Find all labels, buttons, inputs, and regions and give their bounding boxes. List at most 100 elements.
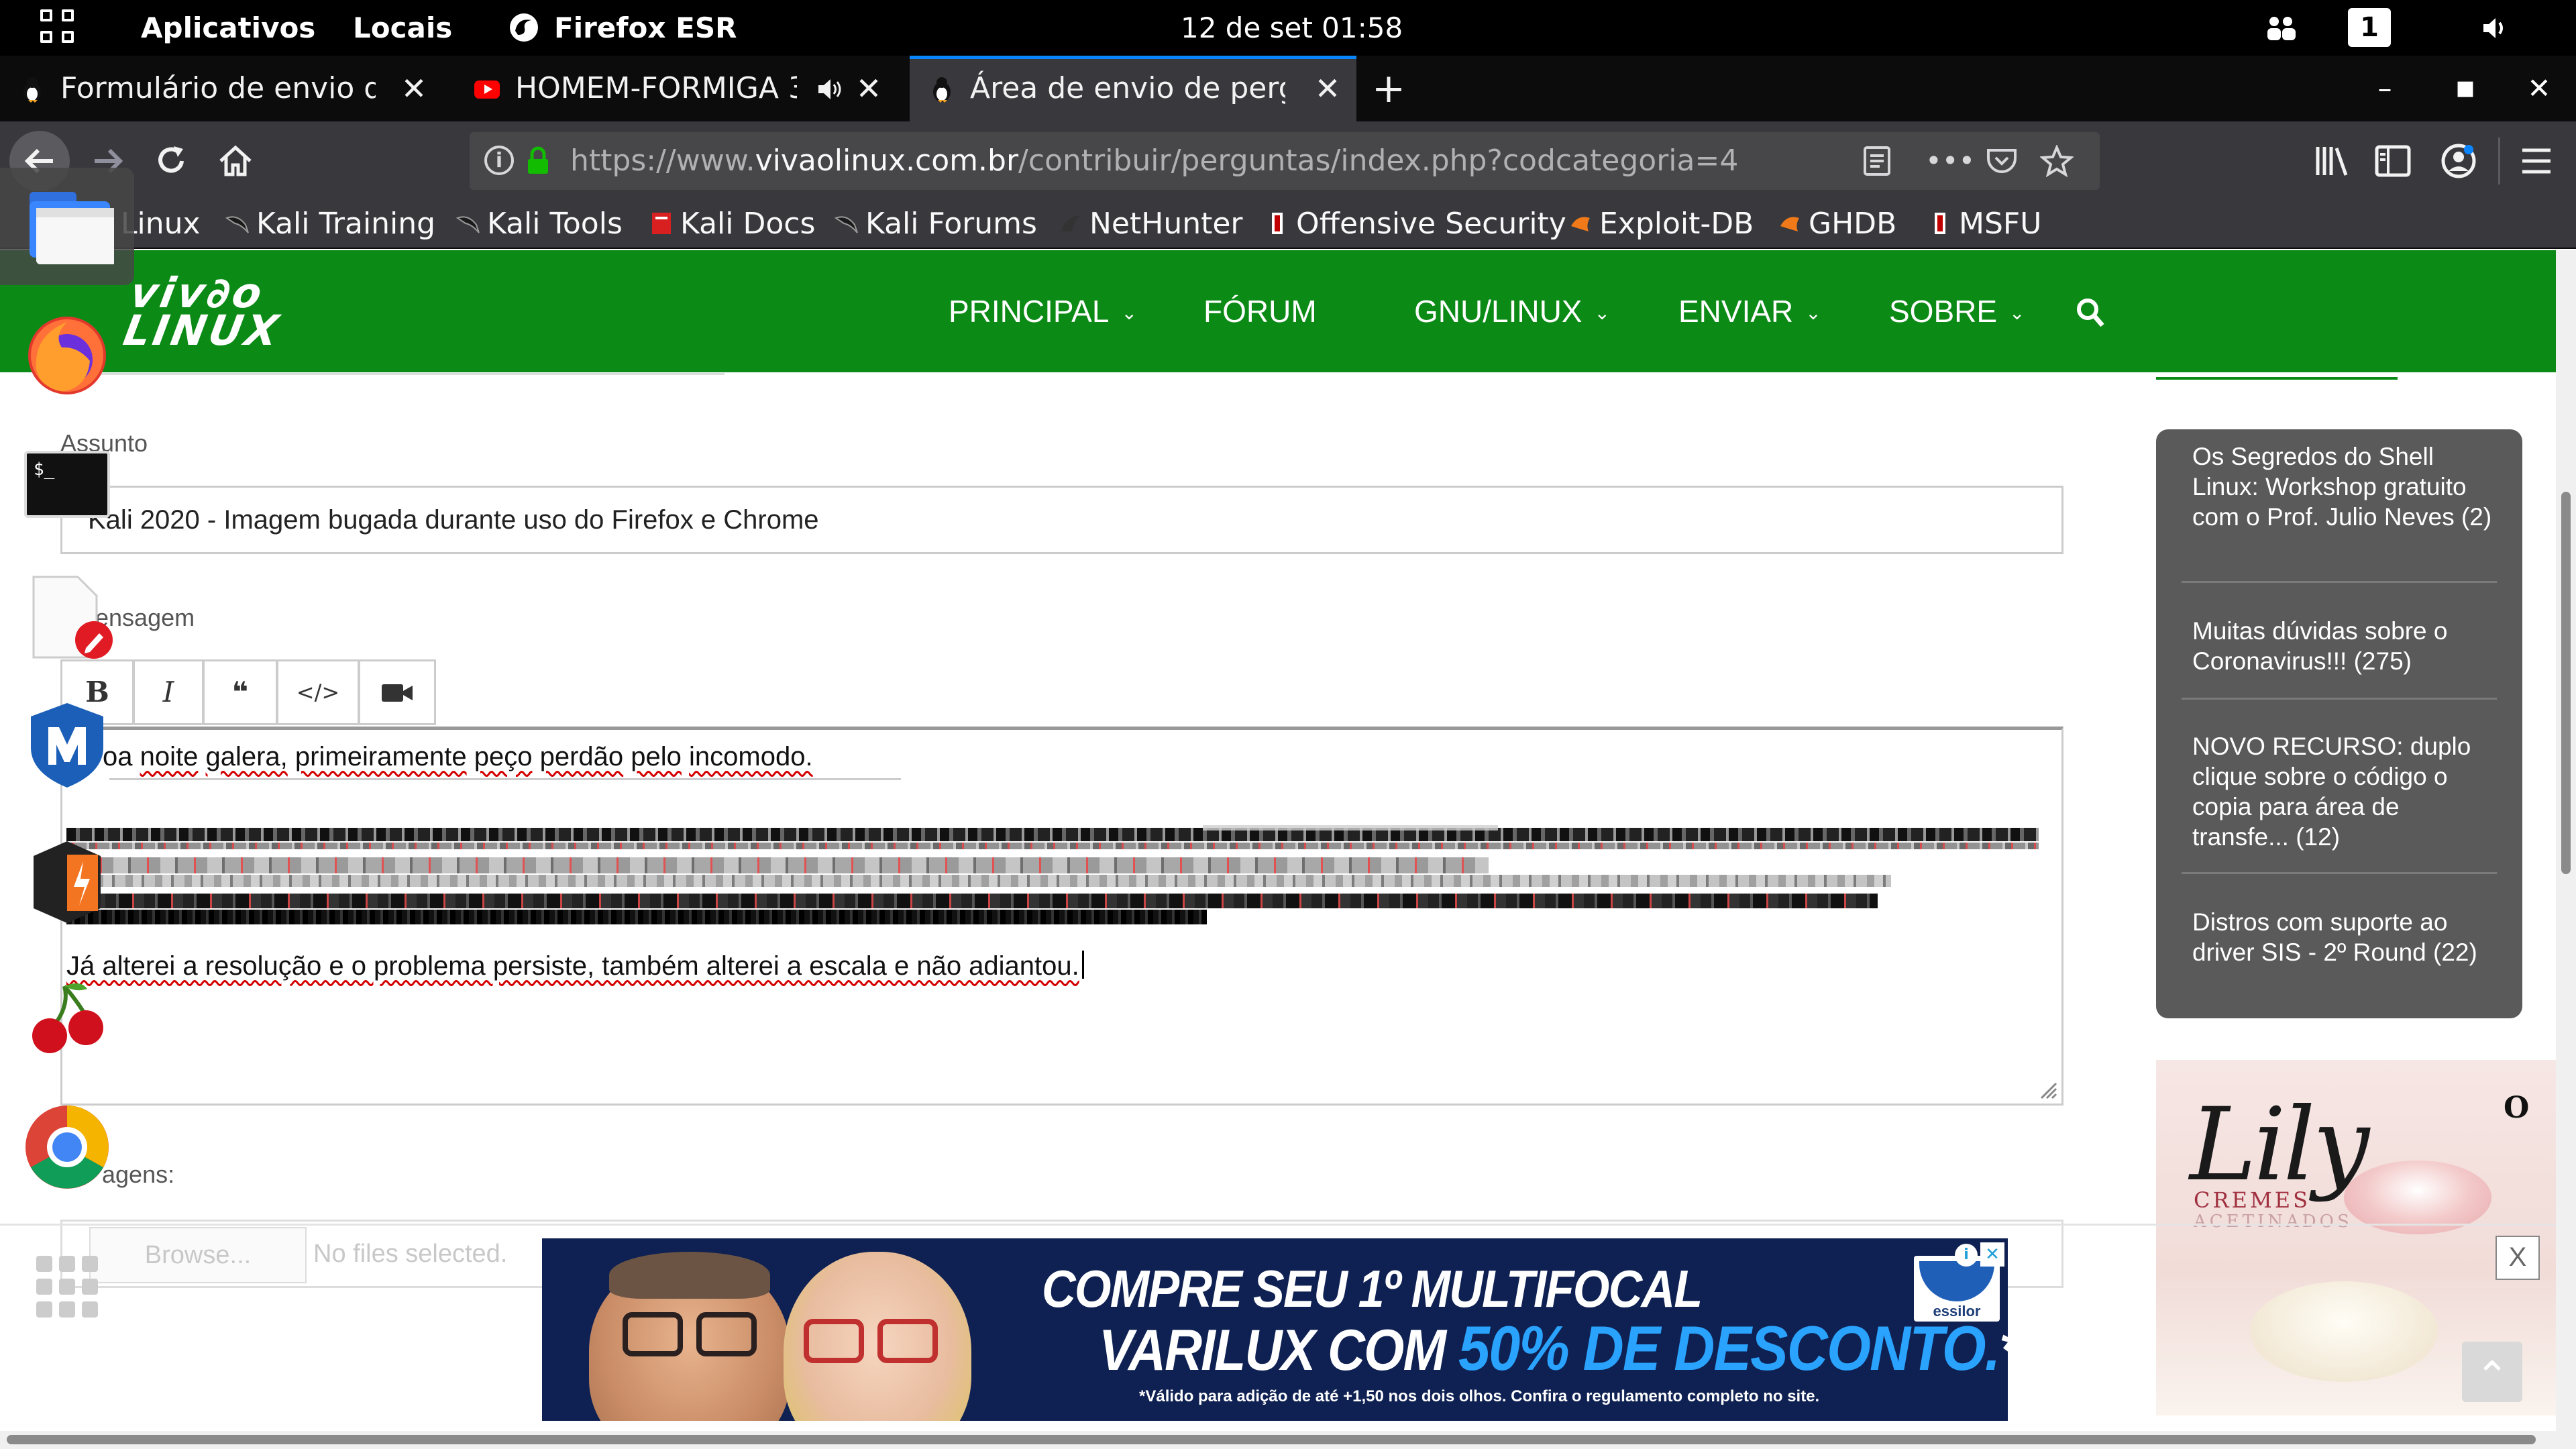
lock-icon[interactable] xyxy=(526,146,550,175)
resize-grip-icon[interactable] xyxy=(2037,1079,2057,1099)
kali-dragon-icon xyxy=(456,216,480,233)
tab-label: HOMEM-FORMIGA 3 xyxy=(515,71,797,105)
reload-button[interactable] xyxy=(141,131,201,191)
text-editor-icon[interactable] xyxy=(20,570,114,664)
vertical-scrollbar-thumb[interactable] xyxy=(2561,492,2571,874)
tab-youtube[interactable]: HOMEM-FORMIGA 3 ✕ xyxy=(455,56,898,121)
chevron-down-icon: ⌄ xyxy=(2009,303,2025,323)
bookmark-item[interactable]: Kali Docs xyxy=(652,201,815,248)
bottom-advertisement[interactable]: COMPRE SEU 1º MULTIFOCAL VARILUX COM 50%… xyxy=(542,1238,2008,1421)
tab-label: Formulário de envio de s xyxy=(60,71,376,105)
nav-forum[interactable]: FÓRUM xyxy=(1203,250,1317,372)
bookmark-item[interactable]: GHDB xyxy=(1780,201,1896,248)
pocket-icon[interactable] xyxy=(1982,143,2022,179)
tab-close-icon[interactable]: ✕ xyxy=(852,56,885,121)
horizontal-scrollbar-track[interactable] xyxy=(0,1431,2576,1449)
search-icon[interactable] xyxy=(2076,297,2105,328)
hamburger-menu-icon[interactable] xyxy=(2506,131,2567,191)
bookmark-item[interactable]: Kali Training xyxy=(225,201,435,248)
horizontal-scrollbar-thumb[interactable] xyxy=(7,1435,2536,1444)
lily-brand: Lily xyxy=(2190,1087,2369,1203)
video-button[interactable] xyxy=(358,659,436,725)
editor-last-line: Já alterei a resolução e o problema pers… xyxy=(66,949,1084,983)
navigation-toolbar: i https://www.vivaolinux.com.br/contribu… xyxy=(0,121,2576,201)
ad-fine-print: *Válido para adição de até +1,50 nos doi… xyxy=(1139,1387,1820,1405)
acetinados-text: ACETINADOS xyxy=(2194,1212,2353,1232)
url-bar[interactable]: i https://www.vivaolinux.com.br/contribu… xyxy=(470,132,2100,190)
tab-close-icon[interactable]: ✕ xyxy=(1311,59,1344,118)
tab-strip: Formulário de envio de s ✕ HOMEM-FORMIGA… xyxy=(0,56,2576,121)
ad-close-icon[interactable]: ✕ xyxy=(1980,1242,2004,1267)
nav-gnu-linux[interactable]: GNU/LINUX ⌄ xyxy=(1414,250,1610,372)
new-tab-button[interactable]: + xyxy=(1368,56,1409,121)
bookmark-item[interactable]: MSFU xyxy=(1935,201,2041,248)
places-menu[interactable]: Locais xyxy=(353,0,452,56)
home-button[interactable] xyxy=(205,131,266,191)
nav-enviar[interactable]: ENVIAR ⌄ xyxy=(1678,250,1821,372)
nav-principal[interactable]: PRINCIPAL ⌄ xyxy=(949,250,1137,372)
bookmark-item[interactable]: Kali Forums xyxy=(835,201,1037,248)
system-top-bar: Aplicativos Locais Firefox ESR 12 de set… xyxy=(0,0,2576,56)
files-icon[interactable] xyxy=(20,181,117,275)
tab-formulario[interactable]: Formulário de envio de s ✕ xyxy=(0,56,443,121)
active-app-label[interactable]: Firefox ESR xyxy=(554,0,737,56)
show-applications-icon[interactable] xyxy=(20,1241,114,1335)
cherrytree-icon[interactable] xyxy=(20,966,114,1060)
message-editor[interactable]: oa noite galera, primeiramente peço perd… xyxy=(60,727,2063,1106)
minimize-button[interactable]: – xyxy=(2361,56,2408,121)
nav-sobre[interactable]: SOBRE ⌄ xyxy=(1889,250,2025,372)
back-to-top-button[interactable]: ⌃ xyxy=(2462,1342,2522,1402)
reader-view-icon[interactable] xyxy=(1857,143,1897,179)
volume-icon[interactable] xyxy=(2482,0,2516,56)
tab-area-envio-active[interactable]: Área de envio de pergunt ✕ xyxy=(910,56,1356,121)
related-topic-link[interactable]: Os Segredos do Shell Linux: Workshop gra… xyxy=(2192,441,2501,532)
applications-menu[interactable]: Aplicativos xyxy=(141,0,315,56)
bookmark-item[interactable]: Kali Tools xyxy=(456,201,623,248)
adchoices-icon[interactable]: i xyxy=(1955,1244,1978,1267)
bookmark-item[interactable]: Exploit-DB xyxy=(1571,201,1754,248)
site-info-icon[interactable]: i xyxy=(484,146,514,175)
youtube-icon xyxy=(474,80,500,99)
clock[interactable]: 12 de set 01:58 xyxy=(1181,0,1403,56)
firefox-dock-icon[interactable] xyxy=(20,309,114,402)
tab-close-icon[interactable]: ✕ xyxy=(397,56,431,121)
cremes-text: CREMES xyxy=(2194,1187,2310,1213)
tux-favicon-icon xyxy=(933,77,951,103)
bookmark-star-icon[interactable] xyxy=(2037,143,2077,179)
close-window-button[interactable]: ✕ xyxy=(2516,56,2563,121)
page-actions-icon[interactable]: ••• xyxy=(1925,143,1975,179)
glitch-artifact xyxy=(109,778,901,780)
site-header: viv∂o LINUX PRINCIPAL ⌄ FÓRUM GNU/LINUX ⌄ … xyxy=(0,250,2556,372)
related-topic-link[interactable]: Distros com suporte ao driver SIS - 2º R… xyxy=(2192,907,2501,967)
burpsuite-icon[interactable] xyxy=(20,839,114,932)
vertical-scrollbar-track[interactable] xyxy=(2556,250,2576,1431)
url-text[interactable]: https://www.vivaolinux.com.br/contribuir… xyxy=(570,132,1738,190)
workspace-indicator[interactable]: 1 xyxy=(2348,8,2391,47)
code-button[interactable]: </> xyxy=(276,659,360,725)
speaker-icon[interactable] xyxy=(817,77,845,101)
side-ad-close-button[interactable]: X xyxy=(2496,1236,2540,1280)
bookmark-item[interactable]: Offensive Security xyxy=(1272,201,1566,248)
italic-button[interactable]: I xyxy=(133,659,204,725)
related-topic-link[interactable]: NOVO RECURSO: duplo clique sobre o códig… xyxy=(2192,731,2501,852)
reload-icon xyxy=(158,146,184,173)
quote-button[interactable]: ❝ xyxy=(203,659,278,725)
activities-grid-icon[interactable] xyxy=(40,9,76,46)
account-icon[interactable] xyxy=(2428,131,2489,191)
library-icon[interactable] xyxy=(2302,131,2363,191)
related-topic-link[interactable]: Muitas dúvidas sobre o Coronavirus!!! (2… xyxy=(2192,616,2501,676)
docs-icon xyxy=(652,213,671,234)
browse-button[interactable]: Browse... xyxy=(89,1227,307,1283)
chrome-icon[interactable] xyxy=(20,1100,114,1194)
separator xyxy=(2182,698,2497,700)
msfu-icon xyxy=(1935,213,1945,234)
metasploit-icon[interactable] xyxy=(20,698,114,792)
bookmark-item[interactable]: NetHunter xyxy=(1061,201,1243,248)
sidebar-toggle-icon[interactable] xyxy=(2363,131,2423,191)
site-logo[interactable]: viv∂o LINUX xyxy=(120,268,290,355)
nethunter-icon xyxy=(1061,215,1080,231)
subject-input[interactable]: Kali 2020 - Imagem bugada durante uso do… xyxy=(60,486,2063,554)
terminal-icon[interactable]: $_ xyxy=(20,443,114,537)
people-icon[interactable] xyxy=(2265,0,2302,56)
maximize-button[interactable]: ■ xyxy=(2442,56,2489,121)
